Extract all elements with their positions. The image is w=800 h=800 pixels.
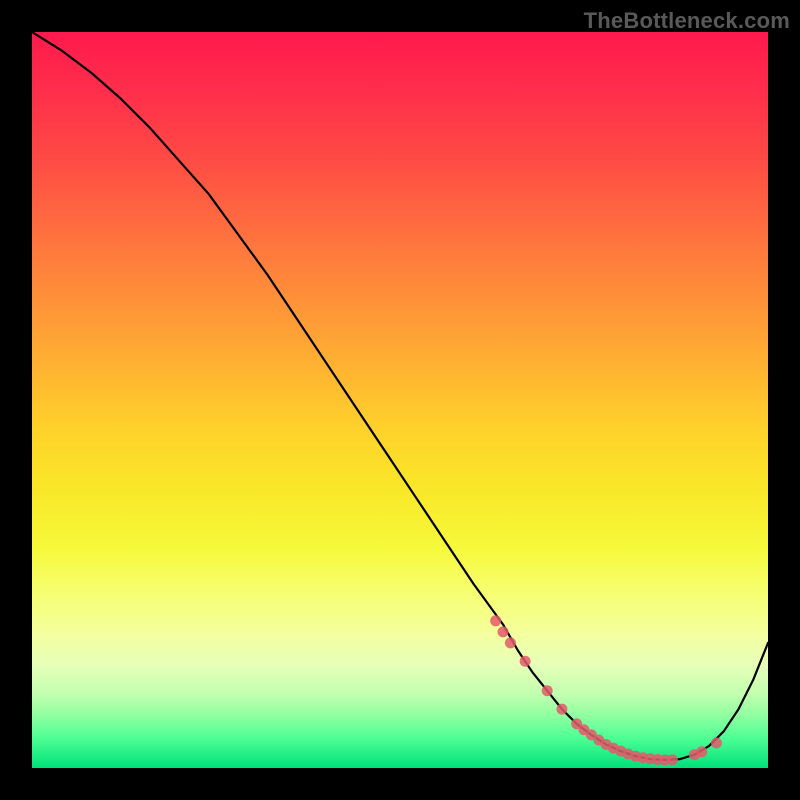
scatter-dot	[542, 685, 553, 696]
scatter-dots	[490, 615, 722, 765]
scatter-dot	[505, 637, 516, 648]
plot-area	[32, 32, 768, 768]
curve-path	[32, 32, 768, 760]
scatter-dot	[696, 746, 707, 757]
scatter-dot	[490, 615, 501, 626]
scatter-dot	[711, 737, 722, 748]
scatter-dot	[520, 656, 531, 667]
scatter-dot	[498, 626, 509, 637]
watermark-text: TheBottleneck.com	[584, 8, 790, 34]
chart-svg	[32, 32, 768, 768]
scatter-dot	[667, 754, 678, 765]
chart-container: TheBottleneck.com	[0, 0, 800, 800]
scatter-dot	[556, 704, 567, 715]
